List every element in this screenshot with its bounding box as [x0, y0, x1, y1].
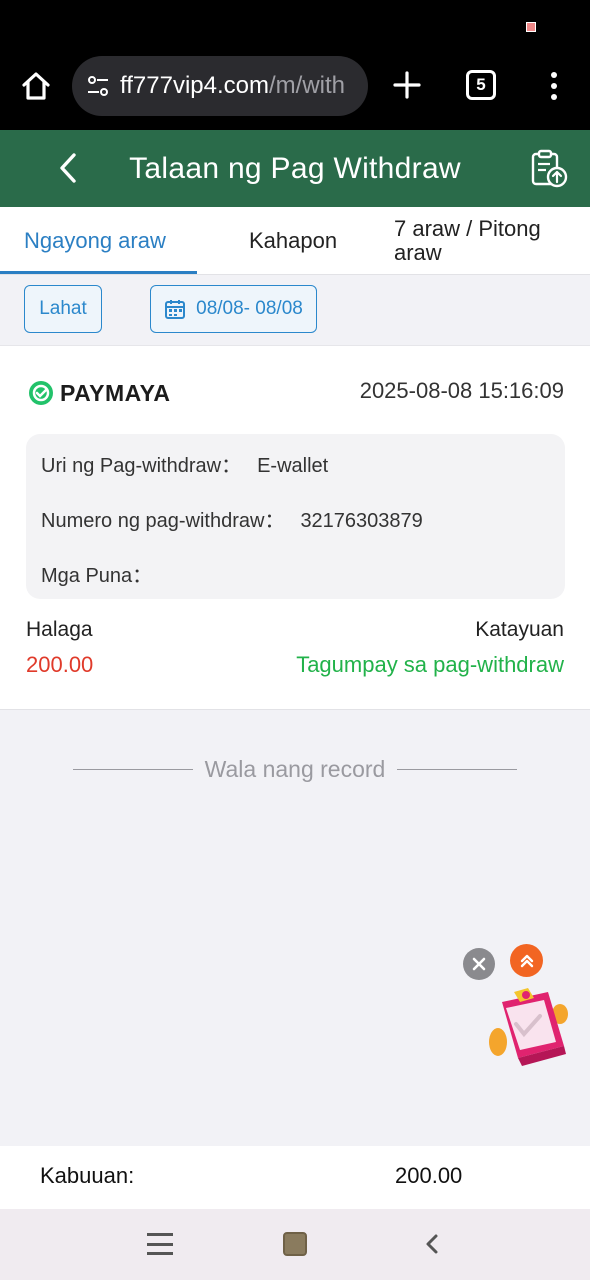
back-nav-icon[interactable] — [422, 1231, 442, 1257]
clipboard-upload-icon[interactable] — [528, 148, 570, 190]
provider-name: PAYMAYA — [60, 379, 171, 406]
url-text: ff777vip4.com/m/with — [120, 72, 360, 100]
browser-toolbar: ff777vip4.com/m/with 5 — [0, 50, 590, 130]
remarks-row: Mga Puna： — [41, 559, 168, 588]
url-domain: ff777vip4.com — [120, 72, 269, 99]
withdraw-type-value: E-wallet — [257, 455, 329, 477]
address-bar[interactable]: ff777vip4.com/m/with — [72, 56, 368, 116]
paymaya-logo-icon — [29, 381, 53, 405]
remarks-label: Mga Puna： — [41, 565, 153, 587]
total-bar: Kabuuan: 200.00 — [0, 1146, 590, 1209]
url-path: /m/with — [268, 72, 345, 99]
home-nav-icon[interactable] — [283, 1232, 307, 1256]
notification-icon — [526, 22, 536, 32]
calendar-icon — [164, 298, 186, 320]
total-label: Kabuuan: — [40, 1163, 135, 1188]
withdraw-number-row: Numero ng pag-withdraw： 32176303879 — [41, 504, 423, 533]
recent-apps-icon[interactable] — [147, 1233, 173, 1255]
tab-today[interactable]: Ngayong araw — [24, 207, 166, 275]
date-range-button[interactable]: 08/08- 08/08 — [150, 285, 317, 333]
amount-label: Halaga — [26, 618, 93, 641]
date-range-label: 08/08- 08/08 — [196, 298, 303, 319]
home-icon[interactable] — [18, 68, 54, 104]
tab-yesterday[interactable]: Kahapon — [249, 207, 337, 275]
promo-gift-icon[interactable] — [484, 984, 574, 1074]
chevron-left-icon[interactable] — [52, 150, 86, 186]
record-datetime: 2025-08-08 15:16:09 — [359, 378, 564, 403]
app-header: Talaan ng Pag Withdraw — [0, 130, 590, 207]
close-floating-icon[interactable] — [463, 948, 495, 980]
divider-left — [72, 768, 193, 770]
scroll-top-icon[interactable] — [510, 944, 543, 977]
site-settings-icon[interactable] — [84, 72, 112, 100]
amount-value: 200.00 — [26, 652, 94, 677]
withdraw-type-label: Uri ng Pag-withdraw： — [41, 455, 242, 477]
withdraw-record-card[interactable]: PAYMAYA 2025-08-08 15:16:09 Uri ng Pag-w… — [0, 346, 590, 710]
system-nav-bar — [0, 1209, 590, 1280]
status-label: Katayuan — [475, 618, 564, 641]
total-value: 200.00 — [395, 1163, 463, 1188]
withdraw-number-value: 32176303879 — [300, 510, 423, 532]
provider-brand: PAYMAYA — [28, 378, 170, 408]
tab-count: 5 — [476, 75, 486, 94]
withdraw-type-row: Uri ng Pag-withdraw： E-wallet — [41, 449, 328, 478]
filter-row: Lahat 08/08- 08/08 — [0, 275, 590, 346]
divider-right — [397, 768, 518, 770]
withdraw-number-label: Numero ng pag-withdraw： — [41, 510, 285, 532]
plus-icon[interactable] — [390, 68, 424, 102]
active-tab-indicator — [0, 271, 197, 274]
status-value: Tagumpay sa pag-withdraw — [296, 652, 564, 677]
date-tabs: Ngayong araw Kahapon 7 araw / Pitong ara… — [0, 207, 590, 275]
no-more-records: Wala nang record — [0, 752, 590, 786]
page-title: Talaan ng Pag Withdraw — [129, 152, 461, 185]
no-more-records-text: Wala nang record — [204, 755, 386, 782]
record-details-box: Uri ng Pag-withdraw： E-wallet Numero ng p… — [26, 434, 565, 599]
all-filter-button[interactable]: Lahat — [24, 285, 102, 333]
status-bar — [0, 0, 590, 50]
tabs-icon[interactable]: 5 — [466, 70, 496, 100]
tab-seven-days[interactable]: 7 araw / Pitong araw — [394, 207, 570, 275]
more-vert-icon[interactable] — [540, 66, 568, 106]
